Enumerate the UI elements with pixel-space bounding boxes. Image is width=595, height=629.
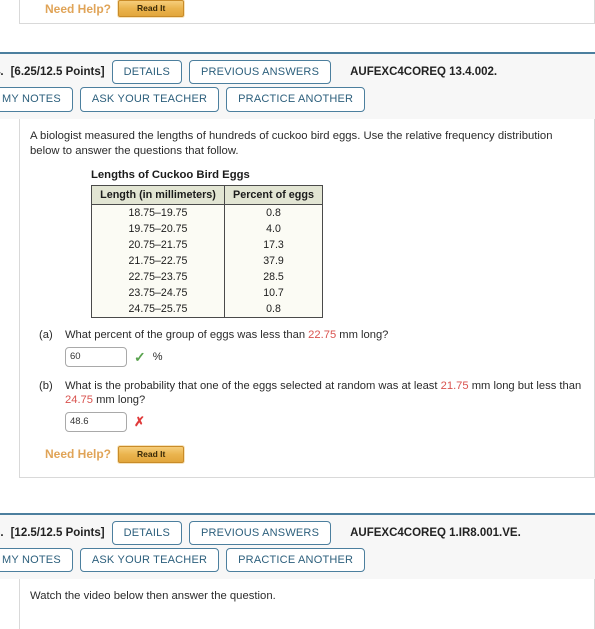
section-gap-2 (0, 478, 595, 514)
incorrect-cross-icon: ✗ (134, 414, 145, 430)
part-b-text-before: What is the probability that one of the … (65, 379, 441, 392)
my-notes-button-q4[interactable]: MY NOTES (0, 87, 73, 112)
part-a-unit: % (152, 350, 163, 363)
part-a-answer-input[interactable] (65, 346, 127, 367)
read-it-button[interactable]: Read It (118, 0, 185, 18)
question-5-header-row-secondary: MY NOTES ASK YOUR TEACHER PRACTICE ANOTH… (0, 548, 595, 579)
part-b-answer-row: ✗ (65, 411, 584, 432)
part-b-highlight-value-1: 21.75 (440, 379, 469, 392)
practice-another-button-q4[interactable]: PRACTICE ANOTHER (226, 87, 366, 112)
part-a-text-after: mm long? (336, 329, 389, 342)
question-5-code: AUFEXC4COREQ 1.IR8.001.VE. (350, 527, 521, 540)
previous-answers-button-q5[interactable]: PREVIOUS ANSWERS (189, 521, 332, 546)
correct-checkmark-icon: ✓ (134, 348, 146, 365)
table-row: 18.75–19.75 0.8 (91, 204, 323, 222)
table-row: 23.75–24.75 10.7 (91, 285, 323, 302)
frequency-table: Length (in millimeters) Percent of eggs … (91, 185, 323, 319)
question-4-header-row-secondary: MY NOTES ASK YOUR TEACHER PRACTICE ANOTH… (0, 87, 595, 118)
table-row: 19.75–20.75 4.0 (91, 221, 323, 238)
practice-another-button-q5[interactable]: PRACTICE ANOTHER (226, 548, 366, 573)
question-5-body: Watch the video below then answer the qu… (19, 579, 595, 629)
read-it-button[interactable]: Read It (118, 445, 185, 464)
previous-answers-button-q4[interactable]: PREVIOUS ANSWERS (189, 60, 332, 85)
previous-question-partial: Need Help? Read It (0, 0, 595, 25)
part-a-text: What percent of the group of eggs was le… (65, 328, 584, 343)
question-4-code: AUFEXC4COREQ 13.4.002. (350, 66, 498, 79)
part-a-label: (a) (39, 329, 53, 342)
table-row: 22.75–23.75 28.5 (91, 269, 323, 286)
table-row: 24.75–25.75 0.8 (91, 301, 323, 319)
table-cell-percent: 0.8 (224, 301, 323, 319)
part-b-question-row: (b) What is the probability that one of … (30, 379, 584, 408)
question-4-header-row-primary: 4. [6.25/12.5 Points] DETAILS PREVIOUS A… (0, 54, 595, 87)
question-4-points: [6.25/12.5 Points] (10, 66, 105, 79)
table-cell-percent: 28.5 (224, 269, 323, 286)
part-b-highlight-value-2: 24.75 (65, 394, 93, 407)
ask-your-teacher-button-q4[interactable]: ASK YOUR TEACHER (79, 87, 220, 112)
table-cell-percent: 17.3 (224, 237, 323, 254)
table-cell-length: 18.75–19.75 (91, 204, 225, 222)
part-a-text-before: What percent of the group of eggs was le… (65, 329, 309, 342)
details-button-q5[interactable]: DETAILS (111, 521, 182, 546)
table-cell-percent: 10.7 (224, 285, 323, 302)
question-5-header-row-primary: 5. [12.5/12.5 Points] DETAILS PREVIOUS A… (0, 515, 595, 548)
need-help-row-q4: Need Help? Read It (45, 445, 584, 464)
table-cell-length: 22.75–23.75 (91, 269, 225, 286)
part-b-answer-input[interactable] (65, 411, 127, 432)
table-row: 20.75–21.75 17.3 (91, 237, 323, 254)
need-help-label: Need Help? (45, 1, 112, 16)
details-button-q4[interactable]: DETAILS (111, 60, 182, 85)
table-cell-percent: 37.9 (224, 253, 323, 270)
section-gap-1 (0, 24, 595, 53)
need-help-row-previous: Need Help? Read It (45, 0, 584, 18)
question-5-prompt: Watch the video below then answer the qu… (30, 590, 276, 603)
question-4-header: 4. [6.25/12.5 Points] DETAILS PREVIOUS A… (0, 52, 595, 119)
need-help-label: Need Help? (45, 447, 112, 462)
my-notes-button-q5[interactable]: MY NOTES (0, 548, 73, 573)
part-a-highlight-value: 22.75 (308, 329, 337, 342)
ask-your-teacher-button-q5[interactable]: ASK YOUR TEACHER (79, 548, 220, 573)
question-5: 5. [12.5/12.5 Points] DETAILS PREVIOUS A… (0, 513, 595, 629)
table-cell-length: 19.75–20.75 (91, 221, 225, 238)
question-5-points: [12.5/12.5 Points] (10, 527, 105, 540)
part-b-text-after: mm long? (93, 394, 146, 407)
question-5-header: 5. [12.5/12.5 Points] DETAILS PREVIOUS A… (0, 513, 595, 580)
table-cell-length: 20.75–21.75 (91, 237, 225, 254)
question-5-number: 5. (0, 527, 4, 540)
table-cell-length: 24.75–25.75 (91, 301, 225, 319)
table-cell-percent: 4.0 (224, 221, 323, 238)
table-cell-length: 23.75–24.75 (91, 285, 225, 302)
table-row: 21.75–22.75 37.9 (91, 253, 323, 270)
part-a-question-row: (a) What percent of the group of eggs wa… (30, 328, 584, 343)
question-4-prompt: A biologist measured the lengths of hund… (30, 129, 553, 157)
question-part-b: (b) What is the probability that one of … (30, 379, 584, 432)
part-a-answer-row: ✓ % (65, 346, 584, 367)
table-cell-percent: 0.8 (224, 204, 323, 222)
question-4: 4. [6.25/12.5 Points] DETAILS PREVIOUS A… (0, 52, 595, 479)
part-b-text-mid: mm long but less than (468, 379, 582, 392)
part-b-text: What is the probability that one of the … (65, 379, 584, 408)
question-4-number: 4. (0, 66, 4, 79)
part-b-label: (b) (39, 379, 53, 392)
table-header-row: Length (in millimeters) Percent of eggs (91, 185, 323, 206)
table-header-percent: Percent of eggs (224, 185, 323, 206)
question-part-a: (a) What percent of the group of eggs wa… (30, 328, 584, 367)
table-cell-length: 21.75–22.75 (91, 253, 225, 270)
table-header-length: Length (in millimeters) (91, 185, 225, 206)
question-4-body: A biologist measured the lengths of hund… (19, 118, 595, 479)
previous-question-body: Need Help? Read It (19, 0, 595, 25)
frequency-table-wrapper: Lengths of Cuckoo Bird Eggs Length (in m… (91, 169, 584, 319)
frequency-table-title: Lengths of Cuckoo Bird Eggs (91, 169, 250, 182)
